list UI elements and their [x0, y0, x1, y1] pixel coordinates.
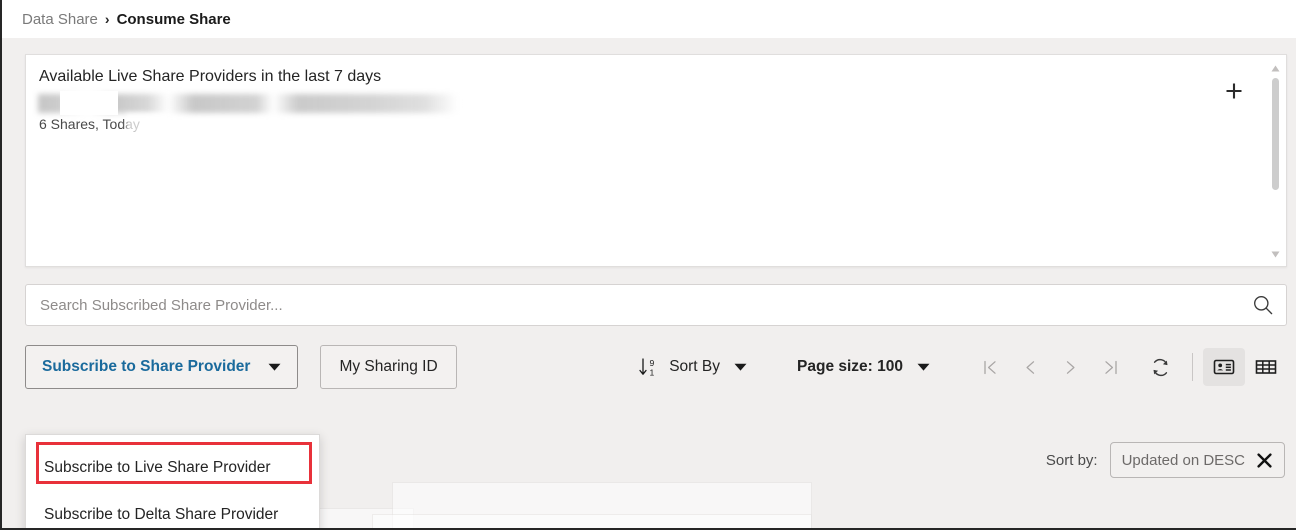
- sort-by-chevron-down-icon: [734, 358, 747, 376]
- svg-text:1: 1: [650, 368, 655, 378]
- page-size-control[interactable]: Page size: 100: [791, 347, 936, 387]
- search-bar[interactable]: [25, 284, 1287, 326]
- sort-by-chip-row: Sort by: Updated on DESC: [1046, 442, 1285, 478]
- previous-page-button[interactable]: [1010, 347, 1050, 387]
- refresh-button[interactable]: [1138, 347, 1182, 387]
- scroll-down-button[interactable]: [1268, 247, 1283, 261]
- sort-by-chip[interactable]: Updated on DESC: [1109, 442, 1285, 478]
- subtitle-redaction-mask: [126, 113, 168, 135]
- toolbar-divider: [1192, 353, 1193, 381]
- sort-by-chip-value: Updated on DESC: [1121, 451, 1245, 469]
- table-view-toggle[interactable]: [1245, 348, 1287, 386]
- page-size-chevron-down-icon: [917, 358, 930, 376]
- chevron-down-icon: [268, 358, 281, 376]
- subscribe-button-label: Subscribe to Share Provider: [42, 358, 251, 375]
- next-page-icon: [1066, 360, 1075, 374]
- last-page-button[interactable]: [1090, 347, 1130, 387]
- menu-item-label: Subscribe to Live Share Provider: [44, 458, 271, 476]
- breadcrumb-separator-icon: ›: [104, 11, 110, 27]
- page-size-label: Page size: 100: [797, 358, 903, 375]
- scrollbar-thumb[interactable]: [1272, 78, 1279, 190]
- my-sharing-id-button[interactable]: My Sharing ID: [320, 345, 457, 389]
- toolbar-controls: 9 1 Sort By Page size: 100: [632, 347, 1287, 387]
- sort-by-chip-label: Sort by:: [1045, 451, 1098, 469]
- close-icon: [1257, 452, 1272, 468]
- svg-text:9: 9: [650, 358, 655, 368]
- pagination-controls: [970, 347, 1130, 387]
- triangle-up-icon: [1271, 65, 1280, 71]
- redaction-mask: [60, 91, 118, 115]
- breadcrumb-current: Consume Share: [116, 10, 231, 28]
- menu-item-subscribe-delta-share-provider[interactable]: Subscribe to Delta Share Provider: [26, 491, 319, 528]
- menu-item-label: Subscribe to Delta Share Provider: [44, 505, 279, 523]
- triangle-down-icon: [1271, 251, 1280, 257]
- background-card-3: [372, 514, 812, 528]
- next-page-button[interactable]: [1050, 347, 1090, 387]
- table-view-icon: [1255, 360, 1277, 374]
- plus-icon: [1226, 83, 1242, 99]
- search-button[interactable]: [1240, 285, 1286, 325]
- breadcrumb: Data Share › Consume Share: [2, 0, 1296, 38]
- panel-title: Available Live Share Providers in the la…: [39, 68, 382, 85]
- subscribe-to-share-provider-button[interactable]: Subscribe to Share Provider: [25, 345, 299, 389]
- app-window: Data Share › Consume Share Available Liv…: [0, 0, 1296, 530]
- sort-by-control[interactable]: 9 1 Sort By: [632, 347, 753, 387]
- subscribe-dropdown-menu: Subscribe to Live Share Provider Subscri…: [25, 434, 320, 528]
- refresh-icon: [1153, 358, 1167, 376]
- first-page-button[interactable]: [970, 347, 1010, 387]
- last-page-icon: [1104, 360, 1117, 374]
- page-body: Available Live Share Providers in the la…: [2, 38, 1296, 528]
- my-sharing-id-label: My Sharing ID: [339, 358, 438, 375]
- card-view-icon: [1213, 359, 1235, 375]
- scroll-up-button[interactable]: [1268, 61, 1283, 75]
- panel-scrollbar[interactable]: [1268, 61, 1283, 261]
- add-provider-button[interactable]: [1220, 77, 1248, 105]
- sort-by-label: Sort By: [669, 358, 721, 375]
- available-providers-panel: Available Live Share Providers in the la…: [25, 54, 1287, 267]
- first-page-icon: [983, 360, 996, 374]
- card-view-toggle[interactable]: [1203, 348, 1245, 386]
- remove-sort-button[interactable]: [1256, 452, 1273, 469]
- sort-descending-icon: 9 1: [638, 356, 660, 378]
- breadcrumb-root-link[interactable]: Data Share: [22, 11, 98, 28]
- menu-item-subscribe-live-share-provider[interactable]: Subscribe to Live Share Provider: [26, 444, 319, 491]
- panel-subtitle: 6 Shares, Today: [39, 116, 140, 132]
- previous-page-icon: [1025, 360, 1034, 374]
- search-input[interactable]: [26, 296, 1240, 314]
- search-icon: [1254, 296, 1273, 315]
- toolbar: Subscribe to Share Provider My Sharing I…: [25, 344, 1287, 390]
